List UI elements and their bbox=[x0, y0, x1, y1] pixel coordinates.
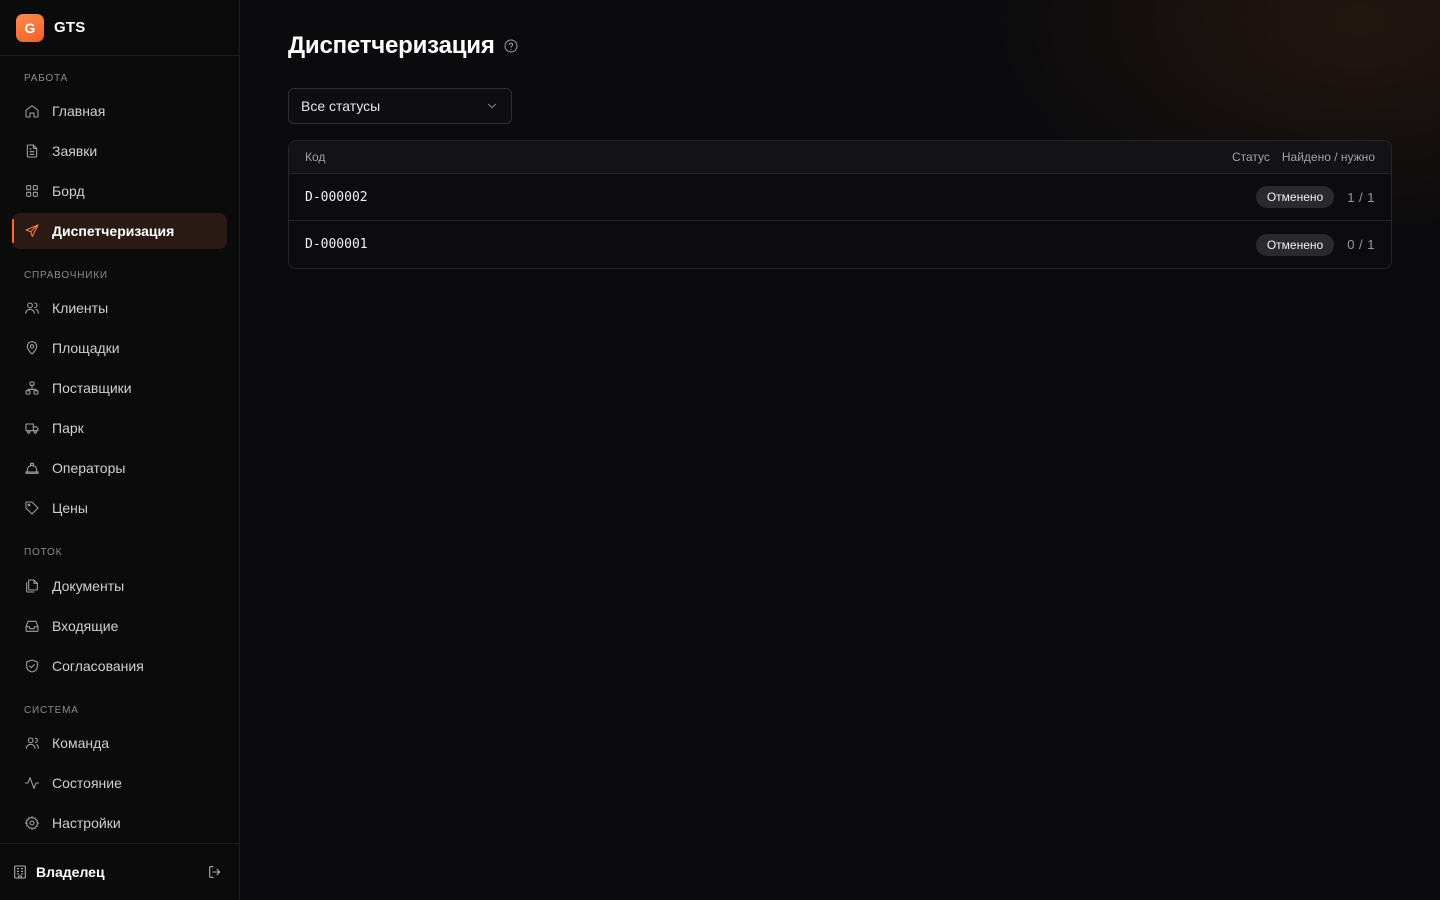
found-needed-count: 1 / 1 bbox=[1347, 189, 1375, 205]
tag-icon bbox=[25, 501, 39, 515]
sidebar-item-inbox[interactable]: Входящие bbox=[12, 608, 227, 644]
files-icon bbox=[26, 579, 38, 593]
title-row: Диспетчеризация bbox=[288, 32, 519, 60]
sidebar-item-sites[interactable]: Площадки bbox=[12, 330, 227, 366]
inbox-icon bbox=[25, 620, 39, 632]
truck-icon bbox=[25, 423, 39, 434]
sidebar-item-status[interactable]: Состояние bbox=[12, 765, 227, 801]
sidebar-item-fleet[interactable]: Парк bbox=[12, 410, 227, 446]
team-icon bbox=[25, 737, 39, 749]
section-label-work: Работа bbox=[24, 73, 69, 84]
status-badge: Отменено bbox=[1255, 233, 1335, 256]
section-label-directories: Справочники bbox=[24, 270, 108, 281]
logout-button[interactable] bbox=[203, 860, 227, 884]
help-button[interactable] bbox=[503, 38, 519, 54]
users-icon bbox=[25, 302, 39, 314]
sidebar-item-label: Документы bbox=[52, 578, 125, 594]
column-header-status[interactable]: Статус bbox=[1232, 150, 1270, 164]
user-role[interactable]: Владелец bbox=[36, 864, 203, 880]
table-row[interactable]: D-000002 Отменено 1 / 1 bbox=[289, 174, 1391, 221]
sidebar: G GTS Работа Главная Заявки Борд Диспетч… bbox=[0, 0, 240, 900]
sidebar-item-label: Цены bbox=[52, 500, 88, 516]
sidebar-item-approvals[interactable]: Согласования bbox=[12, 648, 227, 684]
status-filter-value: Все статусы bbox=[301, 98, 381, 114]
sidebar-item-label: Состояние bbox=[52, 775, 122, 791]
send-icon bbox=[25, 224, 39, 237]
sidebar-item-label: Входящие bbox=[52, 618, 119, 634]
section-label-system: Система bbox=[24, 705, 79, 716]
sidebar-item-label: Клиенты bbox=[52, 300, 109, 316]
row-code: D-000002 bbox=[305, 189, 368, 205]
sidebar-item-label: Команда bbox=[52, 735, 110, 751]
column-header-found-needed[interactable]: Найдено / нужно bbox=[1282, 150, 1375, 164]
sidebar-item-label: Согласования bbox=[52, 658, 144, 674]
row-code: D-000001 bbox=[305, 237, 368, 252]
found-needed-count: 0 / 1 bbox=[1347, 237, 1375, 252]
column-header-code[interactable]: Код bbox=[305, 150, 1232, 164]
status-badge: Отменено bbox=[1255, 186, 1335, 208]
sidebar-item-board[interactable]: Борд bbox=[12, 173, 227, 209]
sidebar-item-label: Площадки bbox=[52, 340, 120, 356]
table-header: Код Статус Найдено / нужно bbox=[289, 141, 1391, 174]
sidebar-item-team[interactable]: Команда bbox=[12, 725, 227, 761]
activity-icon bbox=[24, 777, 40, 789]
shield-check-icon bbox=[26, 659, 38, 673]
document-icon bbox=[26, 144, 38, 158]
building-icon bbox=[14, 865, 26, 879]
sidebar-item-label: Борд bbox=[52, 183, 85, 199]
help-circle-icon bbox=[504, 39, 518, 53]
sidebar-item-suppliers[interactable]: Поставщики bbox=[12, 370, 227, 406]
hard-hat-icon bbox=[25, 462, 39, 474]
sidebar-item-operators[interactable]: Операторы bbox=[12, 450, 227, 486]
sidebar-item-home[interactable]: Главная bbox=[12, 93, 227, 129]
sidebar-item-dispatch[interactable]: Диспетчеризация bbox=[12, 213, 227, 249]
sidebar-item-prices[interactable]: Цены bbox=[12, 490, 227, 526]
chevron-down-icon bbox=[488, 103, 496, 109]
home-icon bbox=[25, 105, 39, 118]
sidebar-item-label: Поставщики bbox=[52, 380, 132, 396]
app-name: GTS bbox=[54, 19, 86, 36]
sidebar-item-label: Настройки bbox=[52, 815, 121, 831]
grid-icon bbox=[26, 185, 38, 197]
network-icon bbox=[25, 381, 39, 395]
sidebar-item-clients[interactable]: Клиенты bbox=[12, 290, 227, 326]
status-filter-select[interactable]: Все статусы bbox=[288, 88, 512, 124]
section-label-flow: Поток bbox=[24, 547, 63, 558]
page-title: Диспетчеризация bbox=[288, 32, 495, 59]
brand[interactable]: G GTS bbox=[0, 0, 239, 56]
sidebar-item-settings[interactable]: Настройки bbox=[12, 805, 227, 841]
gear-icon bbox=[24, 816, 40, 830]
dispatch-table: Код Статус Найдено / нужно D-000002 Отме… bbox=[288, 140, 1392, 269]
sidebar-item-documents[interactable]: Документы bbox=[12, 568, 227, 604]
map-pin-icon bbox=[26, 341, 38, 355]
sidebar-footer: Владелец bbox=[0, 843, 239, 900]
sidebar-item-label: Парк bbox=[52, 420, 84, 436]
sidebar-item-label: Заявки bbox=[52, 143, 98, 159]
logout-icon bbox=[209, 866, 221, 878]
sidebar-item-label: Главная bbox=[52, 103, 106, 119]
sidebar-item-label: Диспетчеризация bbox=[52, 223, 175, 239]
sidebar-item-requests[interactable]: Заявки bbox=[12, 133, 227, 169]
sidebar-item-label: Операторы bbox=[52, 460, 126, 476]
table-row[interactable]: D-000001 Отменено 0 / 1 bbox=[289, 221, 1391, 268]
app-logo: G bbox=[16, 13, 44, 42]
